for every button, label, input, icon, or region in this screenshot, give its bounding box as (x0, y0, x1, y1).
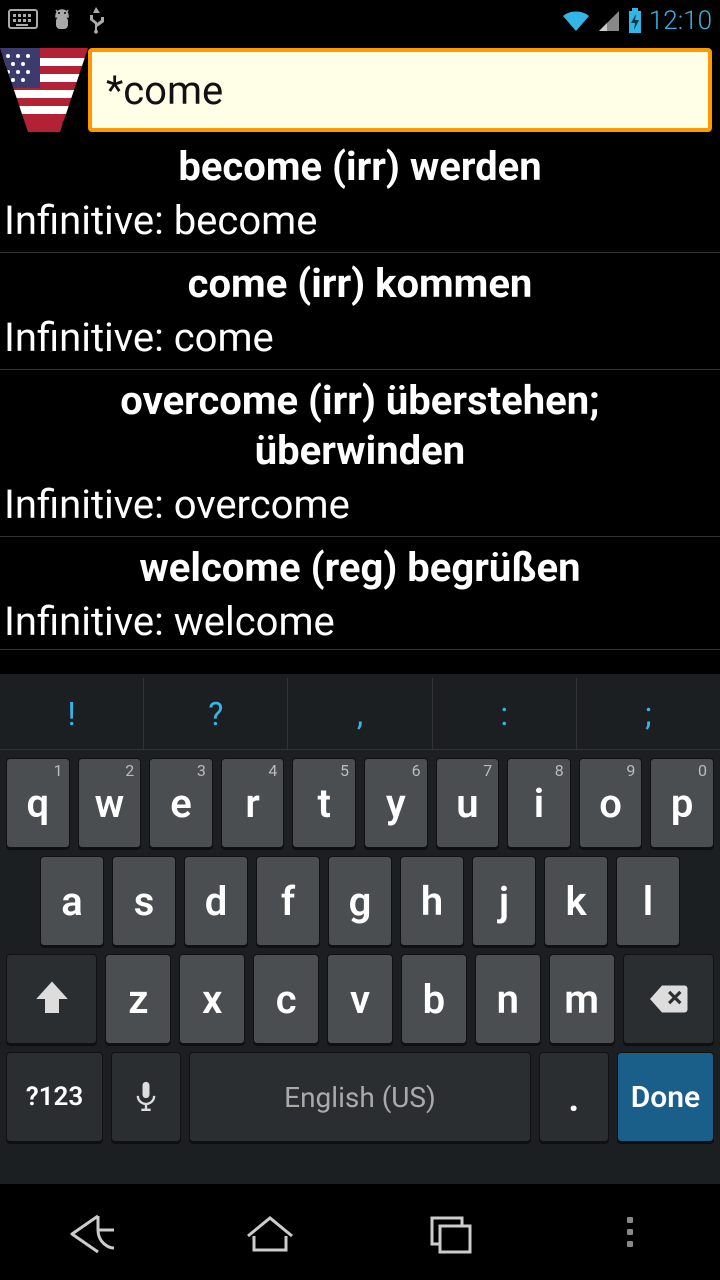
key-c[interactable]: c (253, 954, 319, 1044)
key-r[interactable]: r4 (221, 758, 285, 848)
result-subtitle: Infinitive: become (0, 194, 720, 252)
key-m[interactable]: m (549, 954, 615, 1044)
key-d[interactable]: d (184, 856, 248, 946)
recents-button[interactable] (405, 1202, 495, 1262)
key-f[interactable]: f (256, 856, 320, 946)
list-item[interactable]: overcome (irr) überstehen; überwinden In… (0, 370, 720, 537)
key-row-2: asdfghjkl (0, 848, 720, 946)
suggestion-key[interactable]: ! (0, 678, 144, 749)
key-o[interactable]: o9 (579, 758, 643, 848)
cell-signal-icon (597, 9, 621, 33)
key-z[interactable]: z (105, 954, 171, 1044)
key-n[interactable]: n (475, 954, 541, 1044)
results-list[interactable]: become (irr) werden Infinitive: become c… (0, 136, 720, 650)
result-subtitle: Infinitive: come (0, 311, 720, 369)
suggestion-key[interactable]: ? (144, 678, 288, 749)
key-h[interactable]: h (400, 856, 464, 946)
battery-charging-icon (627, 8, 643, 34)
key-row-4: ?123 English (US) . Done (0, 1044, 720, 1142)
key-row-1: q1w2e3r4t5y6u7i8o9p0 (0, 750, 720, 848)
mic-key[interactable] (111, 1052, 181, 1142)
status-right: 12:10 (561, 6, 712, 36)
back-button[interactable] (45, 1202, 135, 1262)
wifi-icon (561, 9, 591, 33)
usb-icon (86, 7, 106, 35)
space-key[interactable]: English (US) (189, 1052, 531, 1142)
key-row-3: zxcvbnm (0, 946, 720, 1044)
key-e[interactable]: e3 (149, 758, 213, 848)
android-debug-icon (50, 8, 74, 34)
period-key[interactable]: . (539, 1052, 609, 1142)
navigation-bar (0, 1184, 720, 1280)
search-input[interactable] (88, 48, 712, 132)
key-x[interactable]: x (179, 954, 245, 1044)
result-title: become (irr) werden (0, 136, 720, 194)
result-title: welcome (reg) begrüßen (0, 537, 720, 595)
suggestion-row: ! ? , : ; (0, 678, 720, 750)
key-i[interactable]: i8 (507, 758, 571, 848)
key-v[interactable]: v (327, 954, 393, 1044)
result-subtitle: Infinitive: welcome (0, 595, 720, 649)
backspace-key[interactable] (623, 954, 714, 1044)
home-button[interactable] (225, 1202, 315, 1262)
overflow-button[interactable] (585, 1202, 675, 1262)
suggestion-key[interactable]: , (288, 678, 432, 749)
soft-keyboard: ! ? , : ; q1w2e3r4t5y6u7i8o9p0 asdfghjkl… (0, 674, 720, 1184)
key-w[interactable]: w2 (78, 758, 142, 848)
key-l[interactable]: l (616, 856, 680, 946)
key-j[interactable]: j (472, 856, 536, 946)
suggestion-key[interactable]: : (433, 678, 577, 749)
list-item[interactable]: come (irr) kommen Infinitive: come (0, 253, 720, 370)
result-title: overcome (irr) überstehen; überwinden (0, 370, 720, 478)
key-t[interactable]: t5 (292, 758, 356, 848)
suggestion-key[interactable]: ; (577, 678, 720, 749)
key-k[interactable]: k (544, 856, 608, 946)
list-item[interactable]: welcome (reg) begrüßen Infinitive: welco… (0, 537, 720, 650)
key-y[interactable]: y6 (364, 758, 428, 848)
key-u[interactable]: u7 (436, 758, 500, 848)
key-b[interactable]: b (401, 954, 467, 1044)
key-g[interactable]: g (328, 856, 392, 946)
key-a[interactable]: a (40, 856, 104, 946)
key-q[interactable]: q1 (6, 758, 70, 848)
shift-key[interactable] (6, 954, 97, 1044)
key-s[interactable]: s (112, 856, 176, 946)
result-title: come (irr) kommen (0, 253, 720, 311)
key-p[interactable]: p0 (650, 758, 714, 848)
hardware-keyboard-icon (8, 9, 38, 33)
status-left (8, 7, 106, 35)
status-bar: 12:10 (0, 0, 720, 42)
list-item[interactable]: become (irr) werden Infinitive: become (0, 136, 720, 253)
search-row: pro (0, 42, 720, 136)
svg-text:pro: pro (62, 117, 80, 131)
result-subtitle: Infinitive: overcome (0, 478, 720, 536)
app-logo: pro (0, 48, 88, 132)
done-key[interactable]: Done (617, 1052, 714, 1142)
symbols-key[interactable]: ?123 (6, 1052, 103, 1142)
status-time: 12:10 (649, 6, 712, 36)
